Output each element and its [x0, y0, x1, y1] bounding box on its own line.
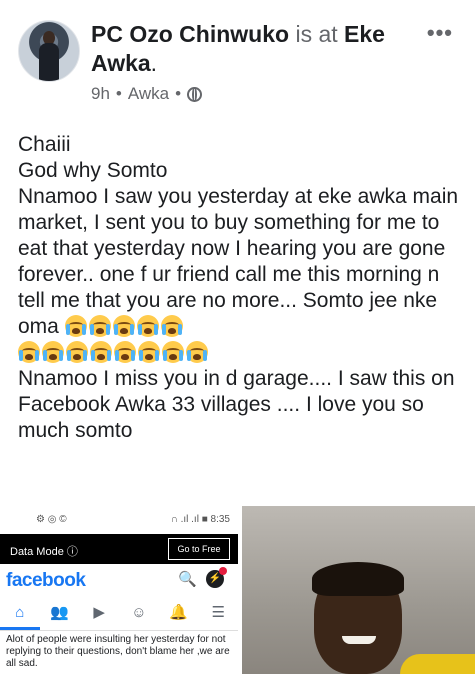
loudly-crying-face-icon [42, 341, 64, 363]
status-left-icons: ⚙ ◎ © [36, 514, 67, 525]
post-line-4: Nnamoo I miss you in d garage.... I saw … [18, 367, 455, 442]
meta-separator: • [115, 84, 122, 103]
more-options-icon[interactable]: ••• [427, 20, 453, 46]
data-mode-bar: Data Mode ⓘ Go to Free [0, 534, 238, 564]
checkin-connector: is at [289, 21, 345, 47]
author-avatar[interactable] [18, 20, 80, 82]
loudly-crying-face-icon [186, 341, 208, 363]
phone-status-bar: ⚙ ◎ © ∩ .ıl .ıl ■ 8:35 [0, 506, 238, 532]
post-body: Chaiii God why Somto Nnamoo I saw you ye… [18, 132, 468, 444]
place-name-part1[interactable]: Eke [344, 21, 385, 47]
photo-boy[interactable] [242, 506, 475, 674]
messenger-icon: ⚡ [206, 567, 227, 588]
loudly-crying-face-icon [138, 341, 160, 363]
facebook-top-bar: facebook 🔍 ⚡ [0, 566, 238, 596]
photo-hair [312, 562, 404, 596]
author-name[interactable]: PC Ozo Chinwuko [91, 21, 289, 47]
title-period: . [150, 50, 158, 76]
post-photos[interactable]: ⚙ ◎ © ∩ .ıl .ıl ■ 8:35 Data Mode ⓘ Go to… [0, 506, 475, 674]
avatar-figure [39, 43, 59, 81]
emoji-group-2 [18, 341, 210, 364]
post-meta: 9h • Awka • [91, 84, 203, 104]
status-right-info: ∩ .ıl .ıl ■ 8:35 [170, 514, 230, 525]
profile-icon: ☺ [131, 604, 147, 621]
loudly-crying-face-icon [136, 315, 159, 337]
search-icon: 🔍 [178, 571, 197, 588]
meta-separator-2: • [175, 84, 182, 103]
loudly-crying-face-icon [18, 341, 40, 363]
post-location[interactable]: Awka [128, 84, 169, 104]
loudly-crying-face-icon [114, 341, 136, 363]
post-line-1: Chaiii [18, 133, 71, 156]
watch-icon: ▶ [93, 604, 105, 621]
loudly-crying-face-icon [90, 341, 112, 363]
place-name-part2[interactable]: Awka [91, 50, 151, 76]
loudly-crying-face-icon [160, 315, 183, 337]
friends-icon: 👥 [50, 604, 69, 621]
photo-smile [342, 636, 376, 644]
photo-screenshot[interactable]: ⚙ ◎ © ∩ .ıl .ıl ■ 8:35 Data Mode ⓘ Go to… [0, 506, 238, 674]
loudly-crying-face-icon [64, 315, 87, 337]
post-header: PC Ozo Chinwuko is at Eke Awka. 9h • Awk… [0, 0, 475, 120]
facebook-logo: facebook [6, 570, 86, 591]
data-mode-label: Data Mode ⓘ [10, 546, 78, 558]
menu-icon: ☰ [211, 604, 225, 621]
post-line-2: God why Somto [18, 159, 168, 182]
notifications-icon: 🔔 [169, 604, 188, 621]
globe-icon [187, 86, 203, 102]
loudly-crying-face-icon [66, 341, 88, 363]
facebook-nav-row: ⌂ 👥 ▶ ☺ 🔔 ☰ [0, 598, 238, 631]
post-line-3: Nnamoo I saw you yesterday at eke awka m… [18, 184, 468, 366]
post-title-line: PC Ozo Chinwuko is at Eke Awka. [91, 20, 411, 78]
emoji-group-1 [64, 315, 185, 338]
loudly-crying-face-icon [162, 341, 184, 363]
go-to-free-button: Go to Free [168, 538, 230, 560]
screenshot-post-text: Alot of people were insulting her yester… [6, 634, 230, 669]
home-icon: ⌂ [0, 598, 40, 630]
loudly-crying-face-icon [88, 315, 111, 337]
photo-shirt [400, 654, 475, 674]
post-time[interactable]: 9h [91, 84, 110, 104]
loudly-crying-face-icon [112, 315, 135, 337]
